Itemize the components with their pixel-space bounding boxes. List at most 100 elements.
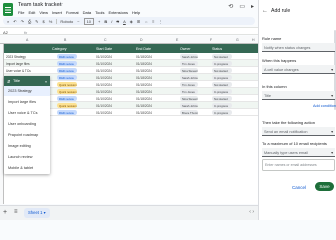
menu-view[interactable]: View [39, 10, 48, 15]
filter-dropdown-item[interactable]: Import large files [4, 97, 50, 107]
category-chip[interactable]: R&D review [57, 68, 77, 73]
font-size-decrease-icon[interactable]: − [77, 19, 79, 24]
print-icon[interactable]: ⎙ [28, 19, 31, 24]
status-chip[interactable]: In progress [212, 61, 232, 66]
owner-chip[interactable]: Sarah Johnson [180, 75, 198, 80]
category-chip[interactable]: R&D review [57, 110, 77, 115]
status-chip[interactable]: Not started [212, 68, 232, 73]
owner-chip[interactable]: Tim Jones [180, 82, 198, 87]
column-select[interactable]: Title ▾ [262, 91, 335, 100]
category-chip[interactable]: R&D review [57, 54, 77, 59]
cell-start-date[interactable]: 01/10/2024 [96, 62, 112, 66]
tab-scroll-arrows[interactable]: ‹ › [249, 209, 254, 215]
recipients-select[interactable]: Manually type users email ▾ [262, 148, 335, 157]
cell-end-date[interactable]: 01/18/2024 [136, 104, 152, 108]
comment-icon[interactable]: ▭ [239, 3, 245, 10]
cell-end-date[interactable]: 01/18/2024 [136, 76, 152, 80]
cell-end-date[interactable]: 01/18/2024 [136, 97, 152, 101]
column-header-d[interactable]: D [140, 38, 143, 42]
status-chip[interactable]: In progress [212, 103, 232, 108]
menu-help[interactable]: Help [132, 10, 140, 15]
status-chip[interactable]: In progress [212, 89, 232, 94]
spreadsheet-grid[interactable]: A B C D E F G H Category Start Date End … [0, 36, 258, 204]
header-end-date[interactable]: End Date [136, 47, 151, 51]
action-select[interactable]: Send an email notification ▾ [262, 127, 335, 136]
sheet-tab[interactable]: Sheet 1 ▾ [24, 208, 50, 218]
undo-icon[interactable]: ↶ [13, 19, 16, 24]
owner-chip[interactable]: Sarah Johnson [180, 103, 198, 108]
align-icon[interactable]: ≡ [152, 19, 154, 24]
name-box[interactable]: A2 [3, 30, 8, 35]
column-header-h[interactable]: H [252, 38, 255, 42]
history-icon[interactable]: ⟲ [228, 3, 233, 10]
filter-dropdown-item[interactable]: Image editing [4, 141, 50, 151]
back-arrow-icon[interactable]: ← [262, 8, 268, 14]
cell-end-date[interactable]: 01/18/2024 [136, 83, 152, 87]
meet-icon[interactable]: ▸ [251, 3, 254, 10]
filter-dropdown-item[interactable]: User voice & TCs [4, 108, 50, 118]
menu-extensions[interactable]: Extensions [108, 10, 128, 15]
cell-start-date[interactable]: 01/10/2024 [96, 69, 112, 73]
filter-dropdown-item[interactable]: Mobile & tablet [4, 163, 50, 173]
column-header-b[interactable]: B [64, 38, 66, 42]
fill-color-icon[interactable]: ◈ [130, 19, 133, 24]
sheets-logo-icon[interactable] [3, 3, 13, 16]
header-category[interactable]: Category [52, 47, 67, 51]
filter-icon[interactable]: ▿ [45, 79, 47, 84]
redo-icon[interactable]: ↷ [21, 19, 24, 24]
star-icon[interactable]: ☆ [58, 1, 63, 8]
status-chip[interactable]: In progress [212, 110, 232, 115]
filter-dropdown-item[interactable]: Prapoint roadmap [4, 130, 50, 140]
percent-icon[interactable]: % [49, 19, 53, 24]
status-chip[interactable]: In progress [212, 75, 232, 80]
menu-insert[interactable]: Insert [52, 10, 62, 15]
filter-dropdown-item[interactable]: User onboarding [4, 119, 50, 129]
column-header-g[interactable]: G [236, 38, 239, 42]
recipients-input[interactable]: Enter names or email addresses [262, 159, 335, 171]
column-header-c[interactable]: C [104, 38, 107, 42]
owner-chip[interactable]: Tim Jones [180, 89, 198, 94]
status-chip[interactable]: Not started [212, 82, 232, 87]
cell-end-date[interactable]: 01/18/2024 [136, 90, 152, 94]
cell-start-date[interactable]: 01/10/2024 [96, 55, 112, 59]
header-status[interactable]: Status [212, 47, 222, 51]
strikethrough-icon[interactable]: S [116, 19, 119, 24]
header-start-date[interactable]: Start Date [96, 47, 112, 51]
rule-name-field[interactable]: Notify when status changes [262, 43, 335, 52]
owner-chip[interactable]: Tim Jones [180, 61, 198, 66]
cell-start-date[interactable]: 01/10/2024 [96, 76, 112, 80]
filter-dropdown-header[interactable]: ⇵ Title ▿ [4, 76, 50, 86]
category-chip[interactable]: Quick revision [57, 89, 77, 94]
font-size-input[interactable]: 10 [83, 17, 95, 25]
when-select[interactable]: A cell value changes ▾ [262, 65, 335, 74]
text-color-icon[interactable]: A [123, 19, 126, 24]
owner-chip[interactable]: Sarah Johnson [180, 54, 198, 59]
borders-icon[interactable]: ⊞ [137, 19, 140, 24]
save-button[interactable]: Save [315, 182, 334, 191]
status-chip[interactable]: Not started [212, 96, 232, 101]
category-chip[interactable]: R&D review [57, 61, 77, 66]
column-header-f[interactable]: F [210, 38, 212, 42]
currency-icon[interactable]: $ [43, 19, 45, 24]
cell-end-date[interactable]: 01/18/2024 [136, 62, 152, 66]
all-sheets-icon[interactable]: ≡ [14, 209, 18, 215]
category-chip[interactable]: R&D review [57, 96, 77, 101]
cell-start-date[interactable]: 01/10/2024 [96, 111, 112, 115]
filter-dropdown-item[interactable]: 2023 Strategy [4, 86, 50, 96]
menu-data[interactable]: Data [83, 10, 91, 15]
font-select[interactable]: Roboto [56, 18, 73, 24]
cancel-button[interactable]: Cancel [292, 185, 306, 190]
column-header-a[interactable]: A [26, 38, 28, 42]
bold-icon[interactable]: B [104, 19, 107, 24]
table-row[interactable]: Import large files R&D review 01/10/2024 01… [4, 60, 258, 67]
merge-icon[interactable]: ⇔ [144, 19, 148, 24]
italic-icon[interactable]: I [111, 19, 112, 24]
menu-file[interactable]: File [18, 10, 24, 15]
font-size-increase-icon[interactable]: + [98, 19, 100, 24]
cell-end-date[interactable]: 01/18/2024 [136, 55, 152, 59]
search-menus-icon[interactable]: ⌕ [7, 19, 9, 24]
cell-start-date[interactable]: 01/10/2024 [96, 104, 112, 108]
table-row[interactable]: User voice & TCs R&D review 01/10/2024 01/1… [4, 67, 258, 74]
cell-end-date[interactable]: 01/18/2024 [136, 111, 152, 115]
category-chip[interactable]: Quick revision [57, 103, 77, 108]
